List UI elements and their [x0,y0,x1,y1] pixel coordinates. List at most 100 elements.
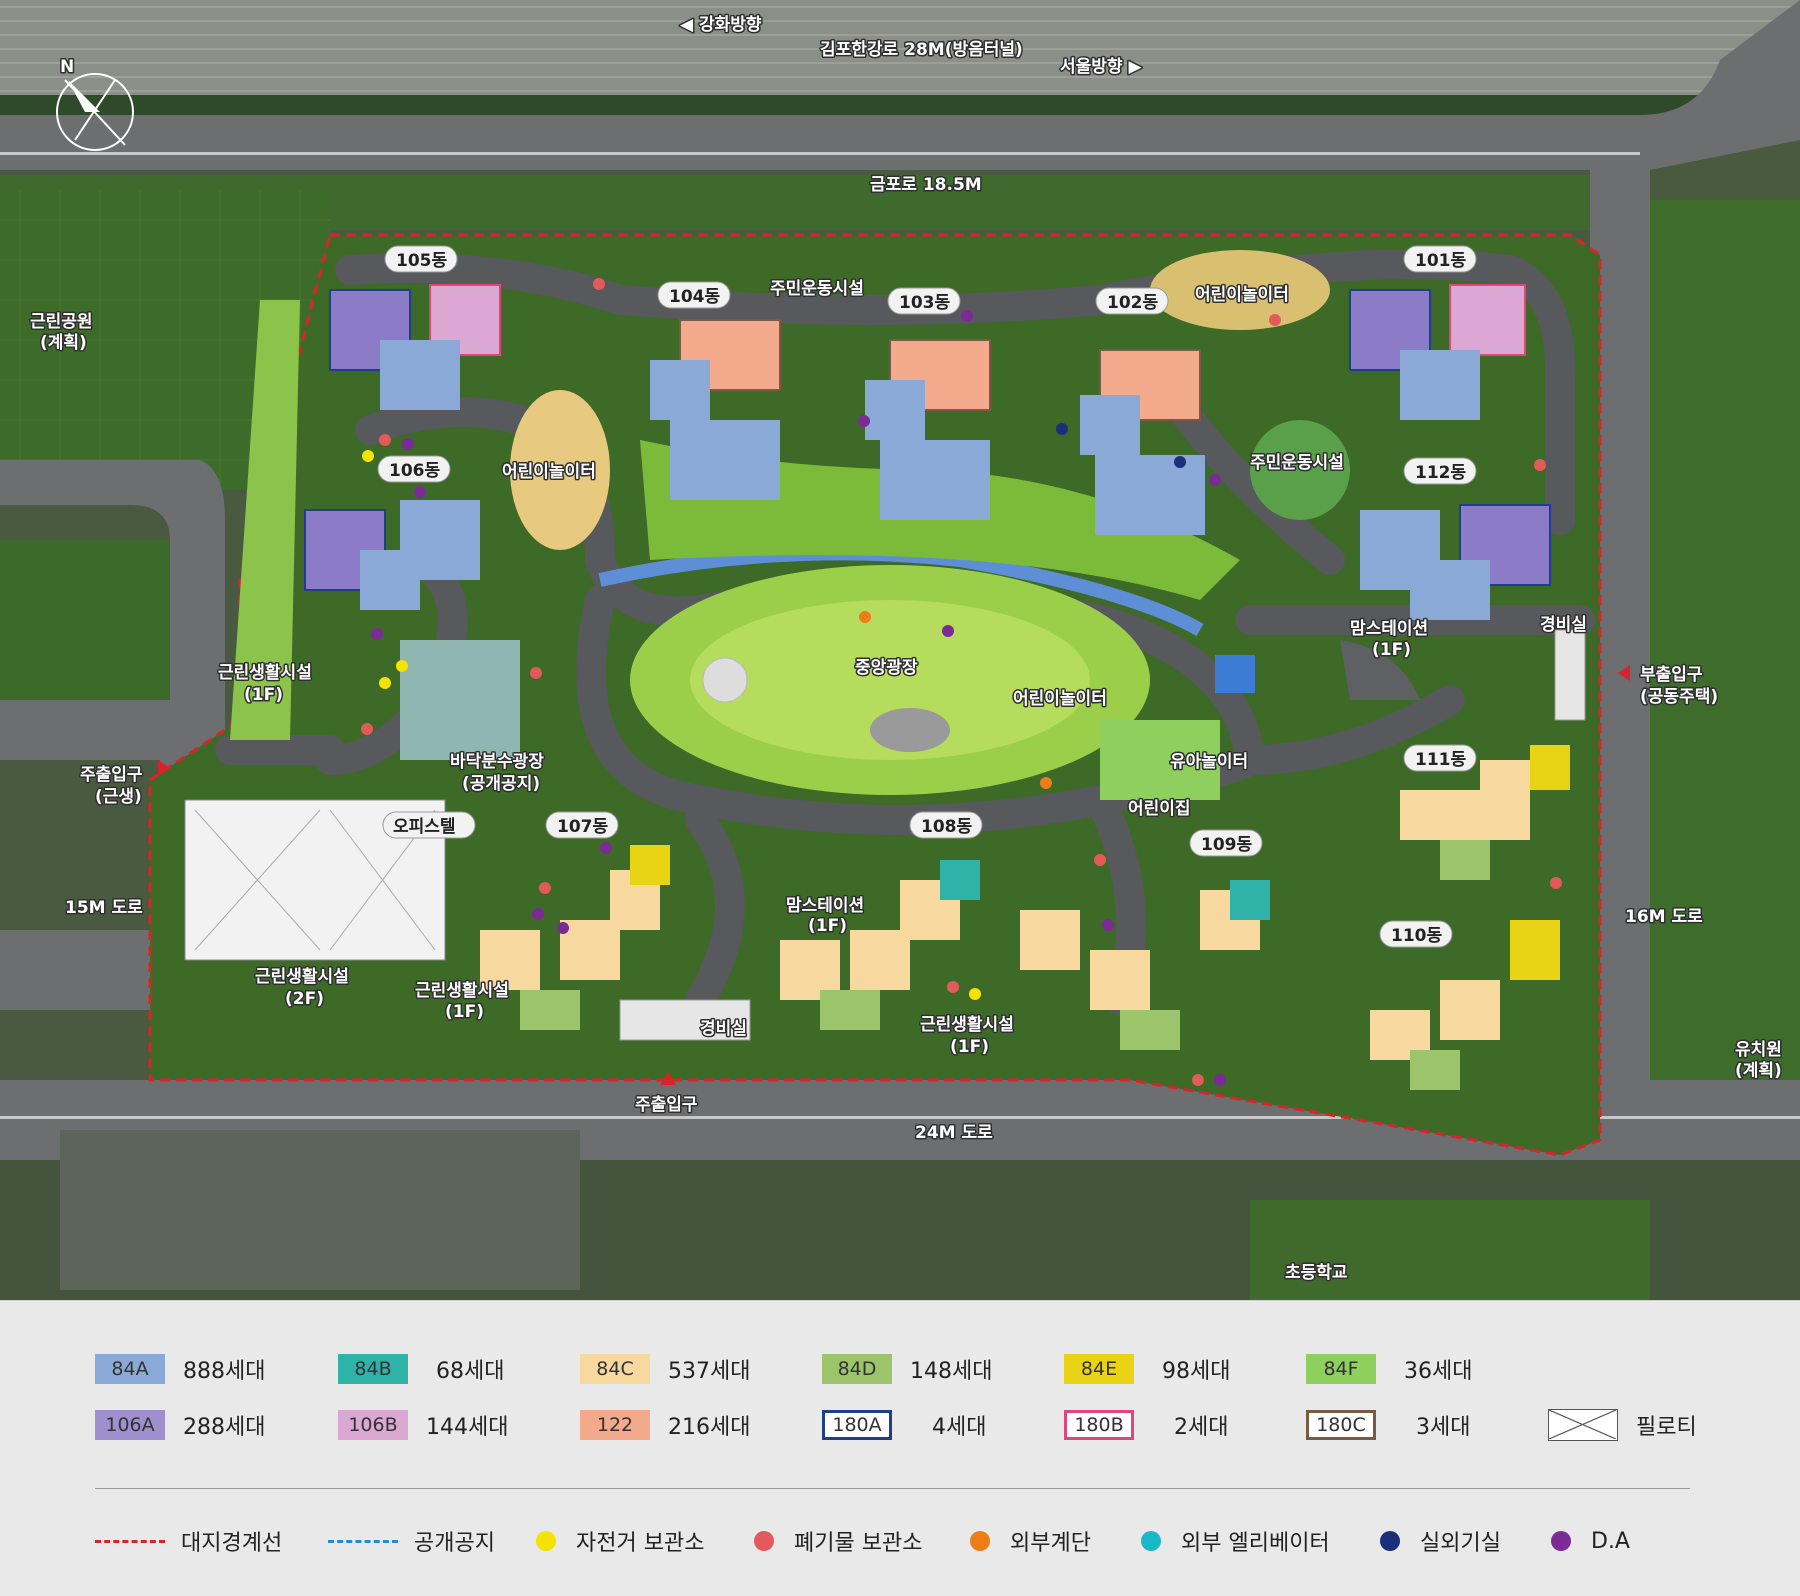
retail-bottom-2: (1F) [950,1037,989,1057]
legend-site-boundary: 대지경계선 [95,1525,282,1557]
retail-left-2: (1F) [244,685,283,705]
main-entrance-left-2: (근생) [95,787,142,807]
legend-count: 36세대 [1404,1359,1473,1384]
svg-text:108동: 108동 [921,817,972,837]
legend-bike-storage: 자전거 보관소 [536,1525,704,1557]
school-label: 초등학교 [1285,1263,1348,1283]
retail-2f-1: 근린생활시설 [255,966,349,987]
legend-swatch: 84A [95,1354,165,1384]
pill-officetel: 오피스텔 [382,811,476,839]
legend-swatch: 84D [822,1354,892,1384]
legend-unit-180b: 180B 2세대 [1064,1409,1228,1441]
retail-1f-2: (1F) [445,1002,484,1022]
dash-blue-icon [328,1539,398,1543]
legend-symbol-label: 폐기물 보관소 [794,1531,923,1556]
legend-swatch: 122 [580,1410,650,1440]
legend-public-space: 공개공지 [328,1525,495,1557]
playground-center-label: 어린이놀이터 [1013,689,1107,709]
legend-swatch: 106A [95,1410,165,1440]
pill-107: 107동 [545,811,619,839]
momstation-center-2: (1F) [808,916,847,936]
svg-text:104동: 104동 [669,287,720,307]
playground-top-label: 어린이놀이터 [1195,285,1289,305]
svg-text:106동: 106동 [389,461,440,481]
legend-symbol-label: 외부계단 [1010,1531,1091,1556]
cyan-dot-icon [1141,1531,1161,1551]
road-label-gimpo-hangang: 김포한강로 28M(방음터널) [820,40,1023,60]
pill-102: 102동 [1095,287,1169,315]
legend-swatch: 180B [1064,1410,1134,1440]
legend-count: 98세대 [1162,1359,1231,1384]
road-label-geumpo: 금포로 18.5M [870,175,982,195]
legend-external-elevator: 외부 엘리베이터 [1141,1525,1330,1557]
momstation-center-1: 맘스테이션 [786,896,864,916]
daycare-label: 어린이집 [1128,799,1191,819]
legend-unit-180c: 180C 3세대 [1306,1409,1470,1441]
piloti-label: 필로티 [1636,1415,1697,1440]
legend-count: 2세대 [1174,1415,1229,1440]
legend-unit-84e: 84E 98세대 [1064,1353,1230,1385]
legend-divider [95,1488,1690,1489]
legend-panel: 84A 888세대 84B 68세대 84C 537세대 84D 148세대 8… [0,1300,1800,1596]
red-dot-icon [754,1531,774,1551]
legend-swatch: 84B [338,1354,408,1384]
legend-unit-84d: 84D 148세대 [822,1353,992,1385]
guard-bottom-label: 경비실 [700,1019,747,1039]
retail-left-1: 근린생활시설 [218,662,312,683]
legend-swatch: 84E [1064,1354,1134,1384]
fitness-top-label: 주민운동시설 [770,279,864,299]
legend-unit-84a: 84A 888세대 [95,1353,265,1385]
orange-dot-icon [970,1531,990,1551]
legend-symbol-label: D.A [1591,1528,1630,1554]
kinder-label-1: 유치원 [1735,1040,1782,1060]
retail-bottom-1: 근린생활시설 [920,1014,1014,1035]
legend-waste-storage: 폐기물 보관소 [754,1525,922,1557]
legend-swatch: 180A [822,1410,892,1440]
road-label-16m: 16M 도로 [1625,907,1703,927]
fitness-right-label: 주민운동시설 [1250,453,1344,473]
pill-109: 109동 [1189,829,1263,857]
fountain-label-1: 바닥분수광장 [450,752,544,772]
site-plan-map: N ◀ 강화방향 김포한강로 28M(방음터널) 서울방향 ▶ 금포로 18.5… [0,0,1800,1300]
pill-108: 108동 [909,811,983,839]
sub-entrance-1: 부출입구 [1640,665,1703,685]
pill-106: 106동 [377,455,451,483]
legend-count: 888세대 [183,1359,266,1384]
svg-text:111동: 111동 [1415,750,1466,770]
piloti-icon [1548,1409,1618,1441]
central-plaza-label: 중앙광장 [855,658,918,678]
road-label-15m: 15M 도로 [65,898,143,918]
retail-2f-2: (2F) [285,989,324,1009]
svg-text:107동: 107동 [557,817,608,837]
svg-text:110동: 110동 [1391,926,1442,946]
legend-piloti: 필로티 [1548,1409,1697,1441]
guard-right-label: 경비실 [1540,615,1587,635]
legend-swatch: 84F [1306,1354,1376,1384]
svg-text:109동: 109동 [1201,835,1252,855]
legend-symbol-label: 대지경계선 [181,1531,283,1556]
legend-count: 3세대 [1416,1415,1471,1440]
legend-unit-106a: 106A 288세대 [95,1409,265,1441]
legend-outdoor-unit: 실외기실 [1380,1525,1501,1557]
legend-external-stairs: 외부계단 [970,1525,1091,1557]
park-label-1: 근린공원 [30,312,93,332]
legend-unit-122: 122 216세대 [580,1409,750,1441]
legend-symbol-label: 공개공지 [414,1531,495,1556]
navy-dot-icon [1380,1531,1400,1551]
legend-count: 4세대 [932,1415,987,1440]
road-label-seoul: 서울방향 ▶ [1060,56,1142,77]
legend-swatch: 180C [1306,1410,1376,1440]
purple-dot-icon [1551,1531,1571,1551]
momstation-right-2: (1F) [1372,640,1411,660]
legend-swatch: 106B [338,1410,408,1440]
legend-count: 148세대 [910,1359,993,1384]
pill-101: 101동 [1403,245,1477,273]
toddler-play-label: 유아놀이터 [1170,752,1248,772]
compass-label: N [60,57,74,77]
legend-count: 537세대 [668,1359,751,1384]
dash-red-icon [95,1539,165,1543]
fountain-label-2: (공개공지) [462,774,540,794]
pill-111: 111동 [1403,744,1477,772]
pill-104: 104동 [657,281,731,309]
svg-text:오피스텔: 오피스텔 [393,817,456,837]
